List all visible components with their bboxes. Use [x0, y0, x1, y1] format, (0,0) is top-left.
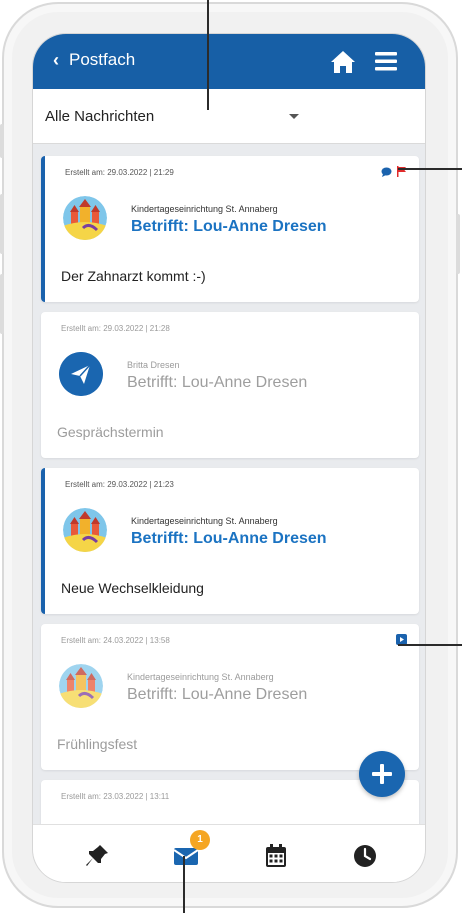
phone-button-left-mid [0, 194, 4, 254]
kita-castle-logo [59, 664, 103, 708]
nav-calendar[interactable] [262, 843, 290, 869]
message-date: Erstellt am: 23.03.2022 | 13:11 [61, 792, 170, 801]
message-date: Erstellt am: 29.03.2022 | 21:28 [61, 324, 170, 333]
nav-mailbox[interactable]: 1 [172, 830, 210, 869]
app-header: ‹ Postfach [33, 34, 425, 89]
message-preview: Der Zahnarzt kommt :-) [61, 268, 206, 284]
message-sender: Kindertageseinrichtung St. Annaberg [127, 672, 274, 682]
phone-button-right [456, 214, 460, 274]
chevron-left-icon: ‹ [53, 50, 59, 70]
new-message-button[interactable] [359, 751, 405, 797]
message-filter-select[interactable]: Alle Nachrichten [45, 106, 305, 128]
message-subject: Betrifft: Lou-Anne Dresen [127, 686, 308, 703]
plus-icon [372, 764, 392, 784]
message-date: Erstellt am: 29.03.2022 | 21:29 [65, 168, 174, 177]
calendar-icon [266, 844, 286, 867]
comment-icon [381, 167, 392, 177]
clock-icon [354, 845, 376, 867]
unread-badge: 1 [190, 830, 210, 850]
message-sender: Kindertageseinrichtung St. Annaberg [131, 516, 278, 526]
message-preview: Gesprächstermin [57, 424, 164, 440]
message-card[interactable]: Erstellt am: 29.03.2022 | 21:29 Kinderta… [41, 156, 419, 302]
message-subject: Betrifft: Lou-Anne Dresen [131, 218, 327, 235]
message-sender: Kindertageseinrichtung St. Annaberg [131, 204, 278, 214]
home-icon [331, 51, 355, 73]
message-sender: Britta Dresen [127, 360, 180, 370]
pin-icon [86, 845, 108, 866]
app-screen: ‹ Postfach Alle Nachrichten Erstellt am:… [32, 33, 426, 883]
phone-button-left-top [0, 124, 4, 158]
message-card[interactable]: Erstellt am: 24.03.2022 | 13:58 Kinderta… [41, 624, 419, 770]
back-button[interactable]: ‹ Postfach [53, 50, 135, 70]
message-preview: Neue Wechselkleidung [61, 580, 204, 596]
message-subject: Betrifft: Lou-Anne Dresen [131, 530, 327, 547]
home-button[interactable] [328, 48, 358, 76]
message-card[interactable]: Erstellt am: 29.03.2022 | 21:23 Kinderta… [41, 468, 419, 614]
callout-line-filter [207, 0, 209, 110]
message-preview: Frühlingsfest [57, 736, 138, 752]
kita-castle-logo [63, 196, 107, 240]
nav-pinned[interactable] [83, 843, 111, 869]
message-date: Erstellt am: 24.03.2022 | 13:58 [61, 636, 170, 645]
filter-selected-value: Alle Nachrichten [45, 108, 155, 125]
bottom-navigation: 1 [33, 824, 425, 882]
nav-history[interactable] [351, 843, 379, 869]
paper-plane-avatar [59, 352, 103, 396]
kita-castle-logo [63, 508, 107, 552]
message-card[interactable]: Erstellt am: 29.03.2022 | 21:28 Britta D… [41, 312, 419, 458]
menu-button[interactable] [373, 49, 399, 73]
phone-button-left-bottom [0, 274, 4, 334]
caret-down-icon [289, 114, 299, 119]
message-subject: Betrifft: Lou-Anne Dresen [127, 374, 308, 391]
callout-line-status-icons [398, 168, 462, 170]
paper-plane-icon [59, 352, 103, 396]
filter-bar: Alle Nachrichten [33, 89, 425, 144]
hamburger-menu-icon [375, 52, 397, 71]
message-date: Erstellt am: 29.03.2022 | 21:23 [65, 480, 174, 489]
header-title: Postfach [69, 50, 136, 69]
callout-line-reply-icon [398, 644, 462, 646]
callout-line-mail-tab [183, 856, 185, 913]
